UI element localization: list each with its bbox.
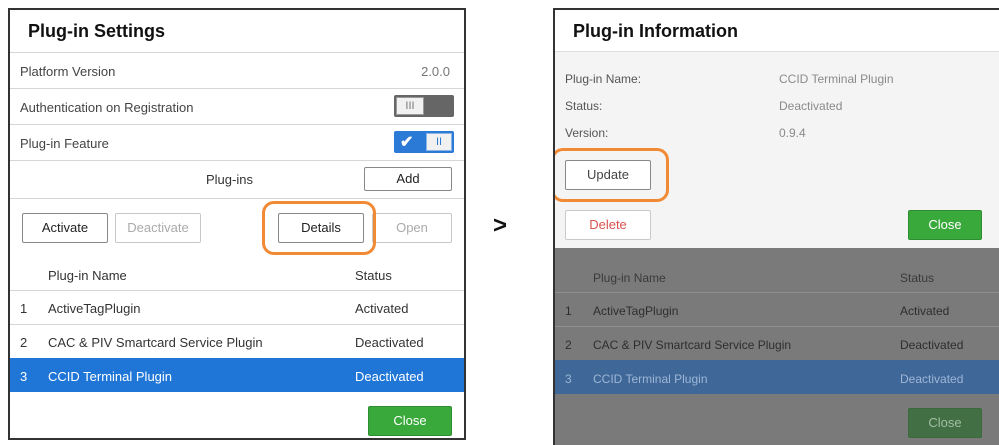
row-name: ActiveTagPlugin xyxy=(48,301,141,316)
row-index: 3 xyxy=(565,372,572,386)
status-value: Deactivated xyxy=(779,99,843,113)
version-label: Version: xyxy=(565,126,609,140)
row-name: ActiveTagPlugin xyxy=(593,304,679,318)
plugin-settings-panel: Plug-in Settings Platform Version 2.0.0 … xyxy=(8,8,466,440)
table-header: Plug-in Name Status xyxy=(10,258,464,290)
version-value: 0.9.4 xyxy=(779,126,806,140)
row-status: Activated xyxy=(900,304,950,318)
table-header: Plug-in Name Status xyxy=(555,262,999,292)
platform-version-value: 2.0.0 xyxy=(421,64,450,79)
plugin-feature-label: Plug-in Feature xyxy=(20,136,109,151)
row-status: Activated xyxy=(355,301,409,316)
details-highlight xyxy=(262,201,376,255)
row-name: CCID Terminal Plugin xyxy=(48,369,173,384)
open-button[interactable]: Open xyxy=(372,213,452,243)
plugins-header-row: Plug-ins Add xyxy=(10,160,464,196)
row-index: 1 xyxy=(565,304,572,318)
row-index: 2 xyxy=(20,335,28,350)
dialog-body: Plug-in Name: CCID Terminal Plugin Statu… xyxy=(555,52,999,248)
table-row[interactable]: 2 CAC & PIV Smartcard Service Plugin Dea… xyxy=(10,324,464,358)
status-label: Status: xyxy=(565,99,603,113)
column-header-status: Status xyxy=(900,271,935,285)
add-button[interactable]: Add xyxy=(364,167,452,191)
plugin-name-label: Plug-in Name: xyxy=(565,72,642,86)
table-row[interactable]: 1 ActiveTagPlugin Activated xyxy=(10,290,464,324)
panel-title: Plug-in Settings xyxy=(28,21,165,41)
row-name: CAC & PIV Smartcard Service Plugin xyxy=(48,335,263,350)
authentication-row: Authentication on Registration III xyxy=(10,88,464,124)
action-bar: Activate Deactivate Details Open xyxy=(10,198,464,258)
checkmark-icon: ✔ xyxy=(400,134,414,151)
row-status: Deactivated xyxy=(355,335,424,350)
row-index: 2 xyxy=(565,338,572,352)
dialog-title: Plug-in Information xyxy=(555,10,999,52)
background-close-button: Close xyxy=(908,408,982,438)
column-header-status: Status xyxy=(355,268,392,283)
dimmed-background: Plug-in Name Status 1 ActiveTagPlugin Ac… xyxy=(555,248,999,445)
transition-arrow: > xyxy=(493,212,508,239)
platform-version-label: Platform Version xyxy=(20,64,116,79)
platform-version-row: Platform Version 2.0.0 xyxy=(10,52,464,88)
row-index: 3 xyxy=(20,369,28,384)
plugins-label: Plug-ins xyxy=(206,172,253,187)
column-header-name: Plug-in Name xyxy=(593,271,666,285)
table-row-selected: 3 CCID Terminal Plugin Deactivated xyxy=(555,360,999,394)
delete-button[interactable]: Delete xyxy=(565,210,651,240)
deactivate-button[interactable]: Deactivate xyxy=(115,213,201,243)
row-name: CCID Terminal Plugin xyxy=(593,372,708,386)
activate-button[interactable]: Activate xyxy=(22,213,108,243)
row-name: CAC & PIV Smartcard Service Plugin xyxy=(593,338,792,352)
plugin-name-value: CCID Terminal Plugin xyxy=(779,72,894,86)
update-highlight xyxy=(555,148,669,202)
row-status: Deactivated xyxy=(900,372,964,386)
row-status: Deactivated xyxy=(900,338,964,352)
dialog-close-button[interactable]: Close xyxy=(908,210,982,240)
toggle-knob: III xyxy=(396,97,424,115)
table-row: 1 ActiveTagPlugin Activated xyxy=(555,292,999,326)
authentication-toggle[interactable]: III xyxy=(394,95,454,117)
close-button[interactable]: Close xyxy=(368,406,452,436)
plugin-information-dialog: Plug-in Information Plug-in Name: CCID T… xyxy=(553,8,999,445)
row-index: 1 xyxy=(20,301,28,316)
row-status: Deactivated xyxy=(355,369,424,384)
toggle-knob: II xyxy=(426,133,452,151)
table-row: 2 CAC & PIV Smartcard Service Plugin Dea… xyxy=(555,326,999,360)
plugin-feature-toggle[interactable]: ✔ II xyxy=(394,131,454,153)
table-row-selected[interactable]: 3 CCID Terminal Plugin Deactivated xyxy=(10,358,464,392)
authentication-label: Authentication on Registration xyxy=(20,100,194,115)
column-header-name: Plug-in Name xyxy=(48,268,127,283)
plugin-feature-row: Plug-in Feature ✔ II xyxy=(10,124,464,160)
